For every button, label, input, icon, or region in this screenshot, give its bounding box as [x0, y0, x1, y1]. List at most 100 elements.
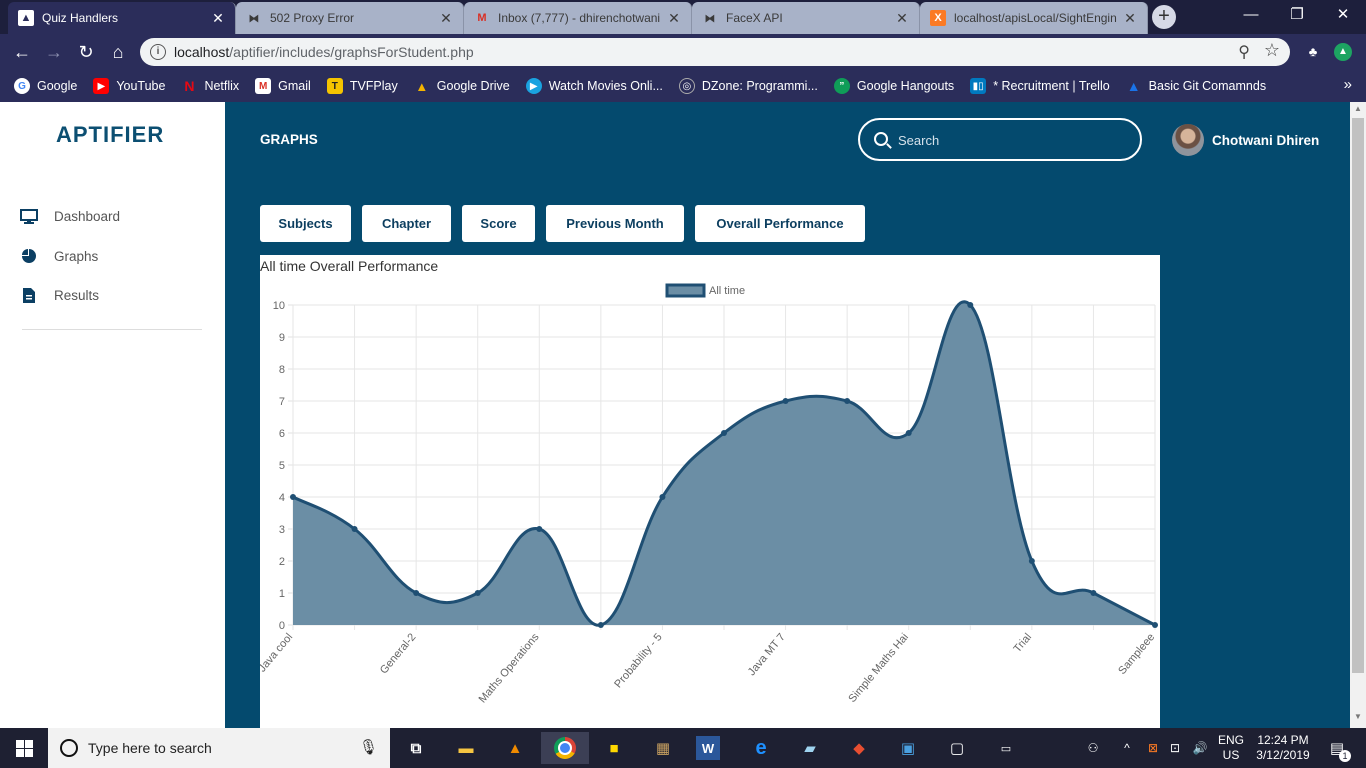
data-point: [474, 590, 481, 596]
sidebar-item-label: Dashboard: [54, 208, 121, 224]
bookmark-watch-movies[interactable]: ▶ Watch Movies Onli...: [525, 78, 663, 94]
bookmark-trello[interactable]: ▮▯ * Recruitment | Trello: [970, 78, 1110, 94]
site-info-icon[interactable]: i: [150, 44, 166, 60]
filter-subjects-button[interactable]: Subjects: [260, 205, 351, 242]
filter-score-button[interactable]: Score: [462, 205, 535, 242]
search-icon: [874, 132, 888, 146]
zoom-icon[interactable]: ⚲: [1238, 42, 1250, 62]
google-icon: G: [14, 78, 30, 94]
user-avatar[interactable]: [1172, 124, 1204, 156]
minimize-button[interactable]: —: [1228, 0, 1274, 30]
search-input[interactable]: [898, 128, 1128, 152]
bookmark-tvfplay[interactable]: T TVFPlay: [326, 78, 398, 94]
new-tab-button[interactable]: +: [1152, 5, 1176, 29]
y-tick-label: 7: [279, 396, 285, 408]
dosbox-icon[interactable]: ▦: [647, 732, 679, 764]
tab-quiz-handlers[interactable]: ▲ Quiz Handlers ✕: [8, 2, 236, 34]
clock[interactable]: 12:24 PM 3/12/2019: [1252, 728, 1314, 768]
filter-chapter-button[interactable]: Chapter: [362, 205, 451, 242]
tab-facex-api[interactable]: ⧓ FaceX API ✕: [692, 2, 920, 34]
taskbar-search-box[interactable]: Type here to search 🎙: [48, 728, 390, 768]
address-bar[interactable]: i localhost/aptifier/includes/graphsForS…: [140, 38, 1290, 66]
bookmark-youtube[interactable]: ▶ YouTube: [93, 78, 165, 94]
file-explorer-icon[interactable]: ▬: [450, 732, 482, 764]
language-indicator[interactable]: ENG US: [1214, 728, 1248, 768]
extension-green-icon[interactable]: ▲: [1334, 43, 1352, 61]
tray-overflow-icon[interactable]: ^: [1118, 728, 1136, 768]
data-point: [1028, 558, 1035, 564]
user-name[interactable]: Chotwani Dhiren: [1212, 133, 1319, 148]
volume-icon[interactable]: 🔊: [1190, 728, 1210, 768]
xampp-tray-icon[interactable]: ⊠: [1144, 728, 1162, 768]
task-view-icon[interactable]: ⧉: [400, 732, 432, 764]
bookmarks-overflow-button[interactable]: »: [1344, 76, 1352, 93]
bookmark-label: Basic Git Comamnds: [1148, 79, 1267, 93]
incognito-extension-icon[interactable]: ♣: [1304, 43, 1322, 61]
bookmark-netflix[interactable]: N Netflix: [181, 78, 239, 94]
data-point: [782, 398, 789, 404]
tab-close-icon[interactable]: ✕: [1123, 10, 1137, 27]
legend-swatch: [665, 283, 706, 298]
language-code: ENG: [1217, 733, 1244, 747]
url-host: localhost: [174, 44, 230, 60]
page-content: APTIFIER Dashboard Graphs Results GRAPHS…: [0, 102, 1350, 728]
data-point: [967, 302, 974, 308]
area-chart: 0 1 2 3 4 5 6 7 8 9 10 Java cool General-2 Maths Oper…: [260, 283, 1158, 705]
tab-close-icon[interactable]: ✕: [211, 10, 225, 27]
notepad-icon[interactable]: ▰: [794, 732, 826, 764]
monitor-icon: [20, 208, 38, 224]
sidebar-item-results[interactable]: Results: [20, 284, 99, 306]
sidebar-item-dashboard[interactable]: Dashboard: [20, 205, 120, 227]
data-point: [413, 590, 420, 596]
maximize-button[interactable]: ❐: [1274, 0, 1320, 30]
vlc-icon[interactable]: ▲: [499, 732, 531, 764]
control-panel-icon[interactable]: ▣: [892, 732, 924, 764]
back-button[interactable]: ←: [8, 38, 36, 66]
network-icon[interactable]: ⊡: [1166, 728, 1184, 768]
data-point: [536, 526, 543, 532]
filter-previous-month-button[interactable]: Previous Month: [546, 205, 684, 242]
bookmark-dzone[interactable]: ◎ DZone: Programmi...: [678, 78, 818, 94]
terminal-icon[interactable]: ▢: [941, 732, 973, 764]
start-button[interactable]: [0, 728, 48, 768]
scrollbar-thumb[interactable]: [1352, 118, 1364, 673]
tab-close-icon[interactable]: ✕: [895, 10, 909, 27]
tab-localhost-sightengine[interactable]: X localhost/apisLocal/SightEngin ✕: [920, 2, 1148, 34]
notifications-icon[interactable]: ▤ 1: [1322, 728, 1352, 768]
bookmark-google-drive[interactable]: ▲ Google Drive: [414, 78, 509, 94]
edge-icon[interactable]: e: [745, 732, 777, 764]
home-button[interactable]: ⌂: [104, 38, 132, 66]
forward-button[interactable]: →: [40, 38, 68, 66]
bookmark-star-icon[interactable]: ☆: [1264, 40, 1280, 61]
word-icon[interactable]: W: [696, 736, 720, 760]
tab-close-icon[interactable]: ✕: [439, 10, 453, 27]
bookmark-basic-git[interactable]: ▲ Basic Git Comamnds: [1126, 78, 1266, 94]
reload-button[interactable]: ↻: [72, 38, 100, 66]
tab-label: localhost/apisLocal/SightEngin: [954, 11, 1117, 25]
people-icon[interactable]: ⚇: [1082, 728, 1104, 768]
close-window-button[interactable]: ✕: [1320, 0, 1366, 30]
taskbar-search-placeholder: Type here to search: [88, 740, 212, 756]
filter-overall-performance-button[interactable]: Overall Performance: [695, 205, 865, 242]
sticky-notes-icon[interactable]: ■: [598, 732, 630, 764]
google-drive-icon: ▲: [415, 78, 429, 94]
x-tick-label: Probability - 5: [612, 631, 664, 690]
tab-gmail-inbox[interactable]: M Inbox (7,777) - dhirenchotwani ✕: [464, 2, 692, 34]
bookmark-google-hangouts[interactable]: ” Google Hangouts: [833, 78, 954, 94]
bookmark-label: Netflix: [204, 79, 240, 93]
tab-close-icon[interactable]: ✕: [667, 10, 681, 27]
scroll-up-arrow-icon[interactable]: ▲: [1350, 104, 1366, 118]
xampp-favicon-icon: X: [930, 10, 946, 26]
cmd-icon[interactable]: ▭: [990, 732, 1022, 764]
bookmark-google[interactable]: G Google: [14, 78, 77, 94]
scroll-down-arrow-icon[interactable]: ▼: [1350, 712, 1366, 726]
app-logo[interactable]: APTIFIER: [56, 122, 164, 148]
sidebar-item-graphs[interactable]: Graphs: [20, 245, 98, 267]
bookmark-gmail[interactable]: M Gmail: [255, 78, 311, 94]
tab-502-proxy-error[interactable]: ⧓ 502 Proxy Error ✕: [236, 2, 464, 34]
chrome-icon[interactable]: [541, 732, 589, 764]
git-icon[interactable]: ◆: [843, 732, 875, 764]
microphone-icon[interactable]: 🎙: [359, 738, 378, 756]
search-box[interactable]: [858, 118, 1142, 161]
url-text[interactable]: localhost/aptifier/includes/graphsForStu…: [174, 44, 474, 60]
